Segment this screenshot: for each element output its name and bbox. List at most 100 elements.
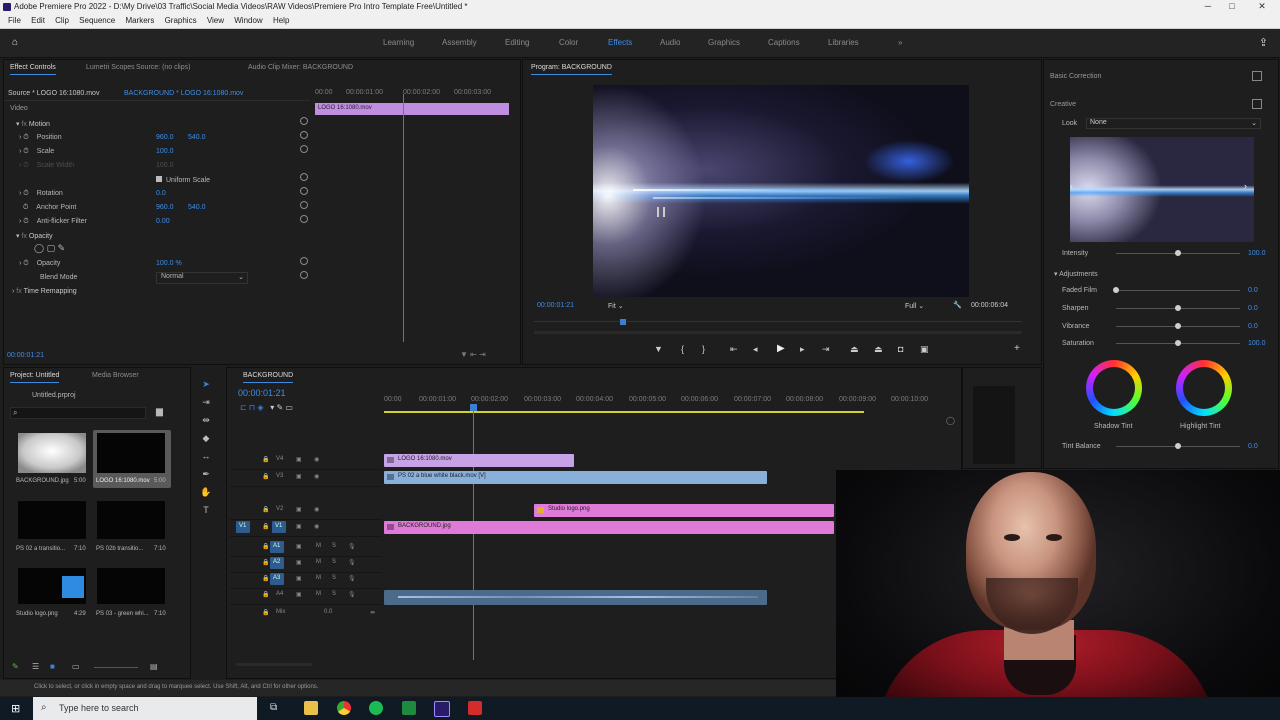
reset-icon[interactable] bbox=[300, 145, 308, 153]
shadow-tint-wheel[interactable] bbox=[1086, 360, 1142, 416]
look-dropdown[interactable]: None ⌄ bbox=[1086, 118, 1261, 129]
menu-file[interactable]: File bbox=[8, 16, 21, 25]
tab-source[interactable]: Source: (no clips) bbox=[136, 64, 190, 71]
sync-lock-icon[interactable]: ▣ bbox=[296, 506, 302, 513]
position-y-value[interactable]: 540.0 bbox=[188, 134, 206, 141]
mic-icon[interactable]: 🎙 bbox=[348, 575, 356, 582]
ripple-edit-tool-icon[interactable]: ⇹ bbox=[199, 415, 213, 427]
reset-icon[interactable] bbox=[300, 201, 308, 209]
mix-end-icon[interactable]: ⇹ bbox=[370, 609, 375, 616]
sharpen-value[interactable]: 0.0 bbox=[1248, 305, 1258, 312]
thumb-ps02a[interactable] bbox=[18, 501, 86, 539]
thumb-ps02b[interactable] bbox=[97, 501, 165, 539]
mic-icon[interactable]: 🎙 bbox=[348, 559, 356, 566]
solo-icon[interactable]: S bbox=[332, 559, 336, 565]
uniform-scale-checkbox[interactable]: Uniform Scale bbox=[156, 176, 210, 184]
eye-icon[interactable]: ◉ bbox=[314, 523, 319, 530]
opacity-value[interactable]: 100.0 % bbox=[156, 260, 182, 267]
sync-lock-icon[interactable]: ▣ bbox=[296, 559, 302, 566]
fx-motion[interactable]: ▾ fx Motion bbox=[16, 120, 50, 128]
mic-icon[interactable]: 🎙 bbox=[348, 591, 356, 598]
target-track-v1[interactable]: V1 bbox=[272, 521, 286, 533]
target-track-a1[interactable]: A1 bbox=[270, 541, 284, 553]
reset-icon[interactable] bbox=[300, 187, 308, 195]
program-playhead[interactable] bbox=[620, 319, 626, 325]
track-select-tool-icon[interactable]: ⇥ bbox=[199, 397, 213, 409]
menu-window[interactable]: Window bbox=[234, 16, 262, 25]
thumb-ps03[interactable] bbox=[97, 568, 165, 604]
clip-studio-logo-v2[interactable]: Studio logo.png bbox=[534, 504, 834, 517]
anchor-y-value[interactable]: 540.0 bbox=[188, 204, 206, 211]
workspace-learning[interactable]: Learning bbox=[383, 38, 414, 47]
faded-film-value[interactable]: 0.0 bbox=[1248, 287, 1258, 294]
mic-icon[interactable]: 🎙 bbox=[348, 543, 356, 550]
wrench-icon[interactable]: 🔧 bbox=[953, 301, 962, 309]
pen-tool-icon[interactable]: ✒ bbox=[199, 469, 213, 481]
fx-time-remapping[interactable]: › fx Time Remapping bbox=[12, 288, 77, 295]
faded-film-slider[interactable] bbox=[1116, 290, 1240, 291]
lock-icon[interactable]: 🔒 bbox=[262, 523, 269, 530]
go-to-in-icon[interactable]: ⇤ bbox=[730, 344, 738, 355]
menu-view[interactable]: View bbox=[207, 16, 224, 25]
vibrance-value[interactable]: 0.0 bbox=[1248, 323, 1258, 330]
antiflicker-value[interactable]: 0.00 bbox=[156, 218, 170, 225]
file-explorer-icon[interactable] bbox=[304, 701, 318, 715]
workspace-color[interactable]: Color bbox=[559, 38, 578, 47]
mute-icon[interactable]: M bbox=[316, 575, 321, 581]
taskbar-search-box[interactable]: ⌕ Type here to search bbox=[33, 697, 257, 720]
rotation-value[interactable]: 0.0 bbox=[156, 190, 166, 197]
lock-icon[interactable]: 🔒 bbox=[262, 559, 269, 566]
spotify-icon[interactable] bbox=[369, 701, 383, 715]
ec-timecode[interactable]: 00:00:01:21 bbox=[7, 352, 44, 359]
program-monitor-title[interactable]: Program: BACKGROUND bbox=[531, 64, 612, 75]
mark-out-icon[interactable]: } bbox=[702, 344, 705, 354]
sort-icon[interactable]: ▤ bbox=[150, 662, 158, 671]
timeline-vscroll-icon[interactable]: ◯ bbox=[946, 416, 955, 425]
clip-logo-v4[interactable]: LOGO 16:1080.mov bbox=[384, 454, 574, 467]
icon-view-icon[interactable]: ■ bbox=[50, 662, 55, 671]
basic-correction-header[interactable]: Basic Correction bbox=[1050, 73, 1101, 80]
menu-help[interactable]: Help bbox=[273, 16, 289, 25]
solo-icon[interactable]: S bbox=[332, 543, 336, 549]
lock-icon[interactable]: 🔒 bbox=[262, 543, 269, 550]
workspace-libraries[interactable]: Libraries bbox=[828, 38, 859, 47]
new-bin-icon[interactable]: ▆ bbox=[156, 406, 163, 417]
tab-project[interactable]: Project: Untitled bbox=[10, 372, 60, 383]
position-x-value[interactable]: 960.0 bbox=[156, 134, 174, 141]
minimize-button[interactable]: ─ bbox=[1198, 1, 1218, 11]
chrome-icon[interactable] bbox=[337, 701, 351, 715]
tab-audio-clip-mixer[interactable]: Audio Clip Mixer: BACKGROUND bbox=[248, 64, 353, 71]
sequence-tab[interactable]: BACKGROUND bbox=[243, 372, 294, 383]
timeline-zoom-scrollbar[interactable] bbox=[236, 663, 312, 666]
excel-icon[interactable] bbox=[402, 701, 416, 715]
tint-balance-value[interactable]: 0.0 bbox=[1248, 443, 1258, 450]
project-search-input[interactable]: ⌕ bbox=[10, 407, 146, 419]
saturation-value[interactable]: 100.0 bbox=[1248, 340, 1266, 347]
export-frame-icon[interactable]: ◘ bbox=[898, 344, 903, 354]
pencil-icon[interactable]: ✎ bbox=[12, 662, 19, 671]
reset-icon[interactable] bbox=[300, 131, 308, 139]
ec-filter-icons[interactable]: ▼ ⇤ ⇥ bbox=[460, 350, 486, 359]
workspace-overflow[interactable]: » bbox=[898, 38, 902, 47]
fx-opacity[interactable]: ▾ fx Opacity bbox=[16, 232, 53, 240]
saturation-knob[interactable] bbox=[1175, 340, 1181, 346]
step-back-icon[interactable]: ◂ bbox=[753, 344, 758, 355]
reset-icon[interactable] bbox=[300, 271, 308, 279]
sharpen-knob[interactable] bbox=[1175, 305, 1181, 311]
mark-in-icon[interactable]: { bbox=[681, 344, 684, 354]
source-patch-v1[interactable]: V1 bbox=[236, 521, 250, 533]
program-timecode[interactable]: 00:00:01:21 bbox=[537, 302, 574, 309]
sync-lock-icon[interactable]: ▣ bbox=[296, 543, 302, 550]
sync-lock-icon[interactable]: ▣ bbox=[296, 473, 302, 480]
timeline-timecode[interactable]: 00:00:01:21 bbox=[238, 388, 286, 398]
tint-balance-knob[interactable] bbox=[1175, 443, 1181, 449]
clip-audio-a4[interactable] bbox=[384, 590, 767, 605]
scale-value[interactable]: 100.0 bbox=[156, 148, 174, 155]
workspace-graphics[interactable]: Graphics bbox=[708, 38, 740, 47]
workspace-captions[interactable]: Captions bbox=[768, 38, 800, 47]
lock-icon[interactable]: 🔒 bbox=[262, 473, 269, 480]
anchor-x-value[interactable]: 960.0 bbox=[156, 204, 174, 211]
home-icon[interactable]: ⌂ bbox=[12, 37, 22, 48]
fit-dropdown[interactable]: Fit ⌄ bbox=[608, 302, 624, 310]
windows-start-icon[interactable]: ⊞ bbox=[11, 702, 20, 715]
